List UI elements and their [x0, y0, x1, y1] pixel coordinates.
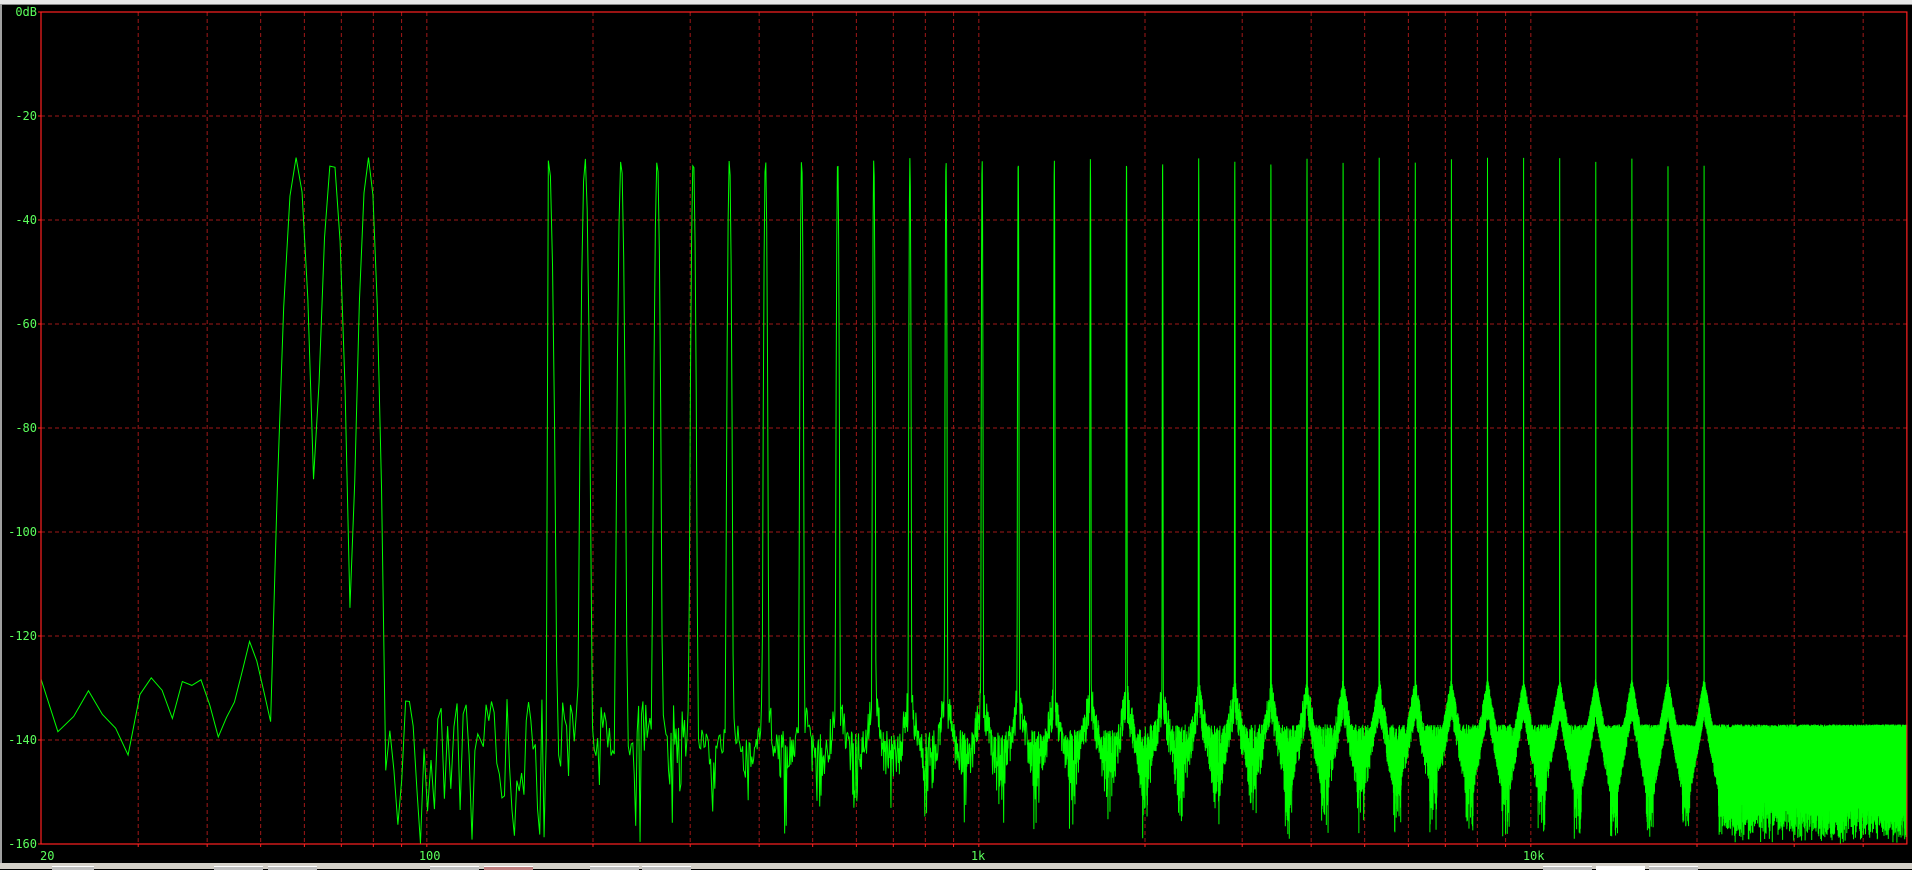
- y-tick-label: -60: [15, 317, 37, 331]
- y-tick-label: -100: [8, 525, 37, 539]
- y-tick-label: -80: [15, 421, 37, 435]
- y-tick-label: -20: [15, 109, 37, 123]
- spectrum-chart: 0dB -20 -40 -60 -80 -100 -120 -140 -16020 100 1k 10…: [8, 5, 1908, 863]
- toolbar-button[interactable]: [214, 866, 263, 870]
- toolbar-button[interactable]: [484, 866, 533, 870]
- y-tick-label: -120: [8, 629, 37, 643]
- toolbar-button[interactable]: [1649, 866, 1698, 870]
- toolbar-button[interactable]: [590, 866, 639, 870]
- toolbar-button[interactable]: [1543, 866, 1592, 870]
- toolbar-button[interactable]: [1596, 866, 1645, 870]
- toolbar-button[interactable]: [268, 866, 317, 870]
- y-tick-label: -40: [15, 213, 37, 227]
- toolbar-button[interactable]: [430, 866, 479, 870]
- spectrum-line: [40, 157, 1908, 844]
- spectrum-trace: [40, 157, 1908, 844]
- y-tick-label: 0dB: [15, 5, 37, 19]
- toolbar-button[interactable]: [52, 866, 94, 870]
- toolbar-button[interactable]: [642, 866, 691, 870]
- x-tick-label: 1k: [971, 849, 986, 863]
- y-tick-label: -140: [8, 733, 37, 747]
- x-tick-label: 20: [40, 849, 54, 863]
- x-tick-label: 10k: [1523, 849, 1545, 863]
- y-tick-label: -160: [8, 837, 37, 851]
- x-tick-label: 100: [419, 849, 441, 863]
